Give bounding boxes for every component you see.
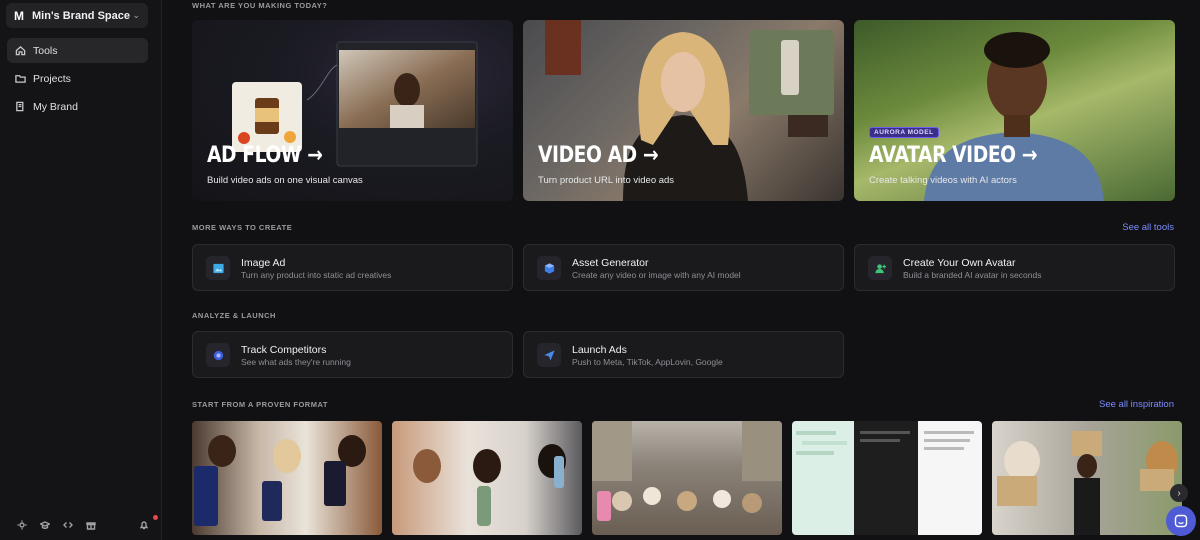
card-title: Create Your Own Avatar bbox=[903, 257, 1016, 269]
theme-icon[interactable] bbox=[10, 518, 33, 532]
bell-icon[interactable] bbox=[132, 515, 158, 532]
workspace-initial: M bbox=[14, 8, 24, 23]
folder-icon bbox=[15, 75, 26, 83]
cube-icon bbox=[537, 256, 561, 280]
format-thumbnail[interactable] bbox=[592, 421, 782, 535]
section-title-analyze: ANALYZE & LAUNCH bbox=[192, 311, 276, 320]
user-plus-icon bbox=[868, 256, 892, 280]
workspace-switcher[interactable]: M Min's Brand Space ⌄ bbox=[6, 3, 148, 28]
format-preview bbox=[413, 444, 566, 526]
see-all-tools-link[interactable]: See all tools bbox=[1122, 222, 1174, 233]
notification-dot bbox=[153, 515, 158, 520]
format-thumbnail[interactable] bbox=[392, 421, 582, 535]
format-thumbnail[interactable] bbox=[192, 421, 382, 535]
card-subtitle: Build a branded AI avatar in seconds bbox=[903, 270, 1042, 280]
chevron-down-icon: ⌄ bbox=[132, 10, 140, 20]
home-icon bbox=[15, 45, 26, 56]
ad-flow-card[interactable]: AD FLOW → Build video ads on one visual … bbox=[192, 20, 513, 201]
sidebar-item-label: Projects bbox=[33, 72, 71, 85]
format-preview bbox=[997, 431, 1178, 535]
card-subtitle: See what ads they're running bbox=[241, 357, 351, 367]
launch-ads-card[interactable]: Launch Ads Push to Meta, TikTok, AppLovi… bbox=[523, 331, 844, 378]
workspace-name: Min's Brand Space bbox=[32, 9, 130, 22]
format-thumbnail[interactable] bbox=[792, 421, 982, 535]
sidebar-item-label: Tools bbox=[33, 44, 58, 57]
sidebar: M Min's Brand Space ⌄ Tools Projects My … bbox=[0, 0, 162, 540]
hero-title: AD FLOW → bbox=[207, 143, 323, 168]
image-ad-card[interactable]: Image Ad Turn any product into static ad… bbox=[192, 244, 513, 291]
card-title: Asset Generator bbox=[572, 257, 649, 269]
sidebar-item-tools[interactable]: Tools bbox=[7, 38, 148, 63]
card-title: Image Ad bbox=[241, 257, 286, 269]
chat-support-button[interactable] bbox=[1166, 506, 1196, 536]
format-preview bbox=[592, 421, 782, 521]
format-preview bbox=[792, 421, 982, 535]
asset-generator-card[interactable]: Asset Generator Create any video or imag… bbox=[523, 244, 844, 291]
image-icon bbox=[206, 256, 230, 280]
hero-title: VIDEO AD → bbox=[538, 143, 659, 168]
hero-subtitle: Turn product URL into video ads bbox=[538, 175, 675, 186]
main-content: WHAT ARE YOU MAKING TODAY? AD FLOW → Bui… bbox=[162, 0, 1200, 540]
target-icon bbox=[206, 343, 230, 367]
section-title-proven: START FROM A PROVEN FORMAT bbox=[192, 400, 328, 409]
avatar-video-preview bbox=[924, 32, 1104, 201]
carousel-next-button[interactable]: › bbox=[1170, 484, 1188, 502]
create-avatar-card[interactable]: Create Your Own Avatar Build a branded A… bbox=[854, 244, 1175, 291]
avatar-video-card[interactable]: AURORA MODEL AVATAR VIDEO → Create talki… bbox=[854, 20, 1175, 201]
hero-subtitle: Create talking videos with AI actors bbox=[869, 175, 1017, 186]
card-title: Launch Ads bbox=[572, 344, 627, 356]
sidebar-item-my-brand[interactable]: My Brand bbox=[7, 94, 148, 119]
sidebar-item-label: My Brand bbox=[33, 100, 78, 113]
track-competitors-card[interactable]: Track Competitors See what ads they're r… bbox=[192, 331, 513, 378]
section-title-more-ways: MORE WAYS TO CREATE bbox=[192, 223, 293, 232]
book-icon bbox=[16, 101, 24, 112]
format-thumbnail[interactable] bbox=[992, 421, 1182, 535]
hero-title: AVATAR VIDEO → bbox=[869, 143, 1037, 168]
learn-icon[interactable] bbox=[33, 518, 56, 532]
card-subtitle: Turn any product into static ad creative… bbox=[241, 270, 392, 280]
video-ad-preview bbox=[545, 20, 834, 201]
aurora-model-badge: AURORA MODEL bbox=[869, 127, 939, 138]
see-all-inspiration-link[interactable]: See all inspiration bbox=[1099, 399, 1174, 410]
format-preview bbox=[194, 435, 366, 526]
gift-icon[interactable] bbox=[79, 518, 102, 532]
sidebar-item-projects[interactable]: Projects bbox=[7, 66, 148, 91]
chat-icon bbox=[1174, 514, 1188, 528]
video-ad-card[interactable]: VIDEO AD → Turn product URL into video a… bbox=[523, 20, 844, 201]
hero-subtitle: Build video ads on one visual canvas bbox=[207, 175, 363, 186]
card-subtitle: Create any video or image with any AI mo… bbox=[572, 270, 741, 280]
card-title: Track Competitors bbox=[241, 344, 327, 356]
send-icon bbox=[537, 343, 561, 367]
sidebar-nav: Tools Projects My Brand bbox=[7, 38, 148, 122]
card-subtitle: Push to Meta, TikTok, AppLovin, Google bbox=[572, 357, 723, 367]
code-icon[interactable] bbox=[56, 518, 79, 532]
section-title-making: WHAT ARE YOU MAKING TODAY? bbox=[192, 1, 328, 10]
ad-flow-preview bbox=[232, 41, 478, 167]
sidebar-footer bbox=[10, 515, 158, 532]
